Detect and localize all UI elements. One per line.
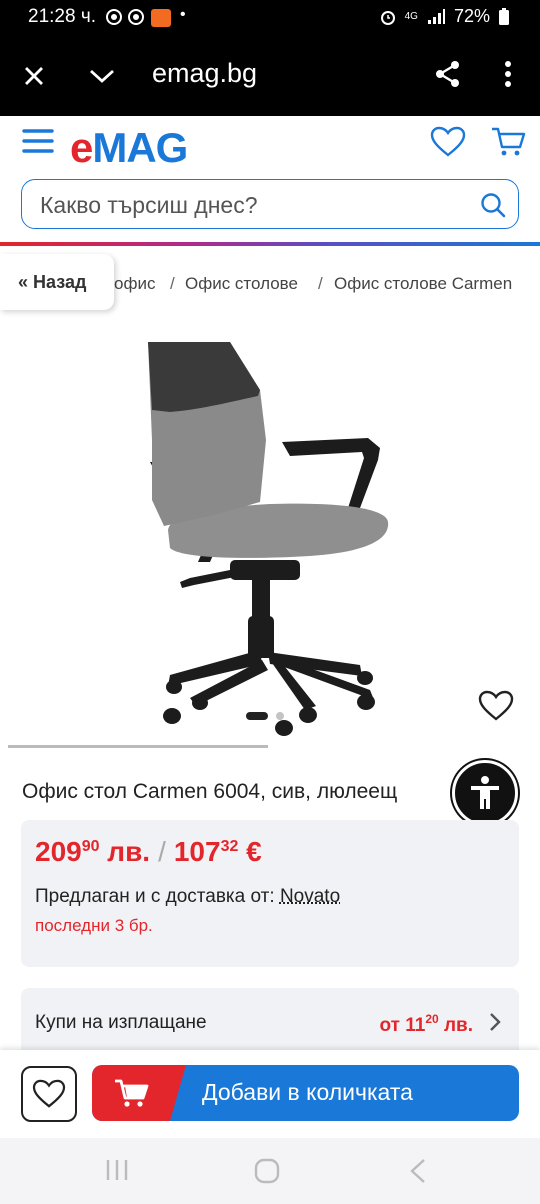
chrome-icon (106, 9, 122, 25)
price-eur-decimals: 32 (220, 838, 239, 855)
price-bgn-currency: лв. (107, 836, 151, 867)
back-button[interactable]: « Назад (0, 254, 114, 310)
breadcrumb-item-carmen[interactable]: Офис столове Carmen (334, 274, 512, 294)
price-bgn-integer: 209 (35, 836, 82, 867)
network-type: 4G (404, 10, 418, 22)
gallery-dot[interactable] (276, 712, 284, 720)
seller-prefix: Предлаган и с доставка от: (35, 886, 275, 907)
price-box: 20990 лв./10732 € Предлаган и с доставка… (21, 820, 519, 967)
breadcrumb-separator: / (170, 274, 175, 293)
favorite-button[interactable] (21, 1066, 77, 1122)
back-button-label: « Назад (18, 271, 87, 292)
chevron-down-icon (90, 69, 114, 83)
price-separator: / (158, 836, 166, 867)
site-header: eMAG (0, 116, 540, 246)
browser-toolbar: emag.bg (0, 36, 540, 116)
chevron-right-icon (490, 1013, 501, 1031)
battery-icon (499, 7, 509, 25)
stock-status: последни 3 бр. (35, 916, 153, 935)
cart-icon (115, 1079, 149, 1107)
share-button[interactable] (428, 54, 468, 94)
header-gradient-divider (0, 242, 540, 246)
notification-dot-icon: • (180, 6, 186, 23)
status-bar: 21:28 ч. • 4G 72% (0, 0, 540, 36)
heart-icon (32, 1079, 66, 1108)
add-to-cart-button[interactable]: Добави в количката (92, 1065, 519, 1121)
status-right: 4G 72% (379, 6, 510, 27)
gallery-dot-active[interactable] (246, 712, 268, 720)
system-nav-bar (0, 1138, 540, 1204)
cart-icon[interactable] (490, 126, 526, 158)
product-price: 20990 лв./10732 € (35, 836, 262, 868)
add-to-favorites-heart-icon[interactable] (478, 688, 514, 724)
back-nav-icon[interactable] (408, 1158, 428, 1184)
battery-percent: 72% (453, 6, 490, 26)
hamburger-menu-icon[interactable] (22, 128, 54, 154)
accessibility-button[interactable] (452, 760, 518, 826)
breadcrumb-separator: / (318, 274, 323, 293)
minimize-button[interactable] (82, 56, 122, 96)
price-bgn-decimals: 90 (81, 838, 100, 855)
alarm-icon (380, 10, 395, 25)
installment-price: от 1120 лв. (379, 1012, 473, 1036)
add-to-cart-label: Добави в количката (202, 1079, 413, 1105)
breadcrumb-item-office[interactable]: офис (114, 274, 155, 294)
bottom-action-bar: Добави в количката (0, 1050, 540, 1138)
breadcrumb-item-office-chairs[interactable]: Офис столове (185, 274, 298, 294)
cart-icon-badge (92, 1065, 186, 1121)
breadcrumb: офис / Офис столове / Офис столове Carme… (0, 254, 540, 314)
favorites-heart-icon[interactable] (430, 126, 466, 158)
price-eur-integer: 107 (173, 836, 221, 867)
close-icon (25, 67, 43, 85)
seller-info: Предлаган и с доставка от: Novato (35, 886, 340, 908)
search-input[interactable] (40, 190, 460, 220)
installment-label: Купи на изплащане (35, 1012, 207, 1033)
close-tab-button[interactable] (14, 56, 54, 96)
accessibility-icon (471, 776, 499, 809)
search-icon[interactable] (480, 192, 506, 218)
more-options-button[interactable] (488, 54, 528, 94)
gallery-pagination (246, 712, 284, 720)
signal-icon (427, 8, 445, 24)
url-text[interactable]: emag.bg (152, 58, 257, 89)
chrome-icon (128, 9, 144, 25)
status-time: 21:28 ч. (28, 6, 97, 27)
seller-link[interactable]: Novato (280, 886, 340, 907)
home-icon[interactable] (254, 1158, 280, 1184)
app-notification-icon (151, 9, 171, 27)
gallery-scroll-indicator (8, 745, 268, 748)
recent-apps-icon[interactable] (104, 1158, 130, 1182)
more-vert-icon (505, 61, 511, 87)
product-title: Офис стол Carmen 6004, сив, люлеещ (22, 780, 398, 803)
share-icon (436, 61, 459, 87)
search-box[interactable] (21, 179, 519, 229)
product-image-office-chair[interactable] (90, 330, 450, 740)
emag-logo[interactable]: eMAG (70, 124, 188, 172)
price-eur-currency: € (246, 836, 262, 867)
